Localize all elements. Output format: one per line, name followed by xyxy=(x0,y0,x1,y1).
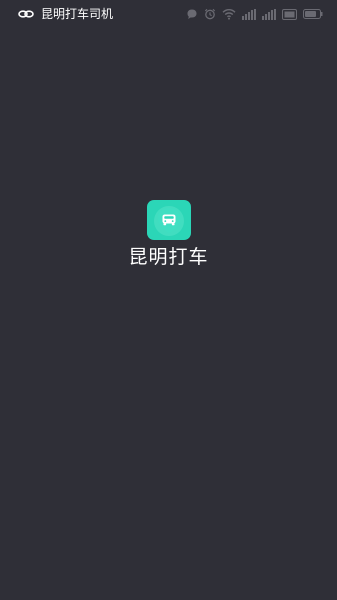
car-icon xyxy=(153,206,184,236)
status-bar: 昆明打车司机 xyxy=(0,0,337,28)
app-name: 昆明打车 xyxy=(128,246,209,268)
status-left-group: 昆明打车司机 xyxy=(17,5,113,23)
hd-badge-icon xyxy=(282,8,297,20)
status-app-title: 昆明打车司机 xyxy=(41,7,114,21)
message-bubble-icon xyxy=(187,9,197,19)
status-icons xyxy=(186,6,323,22)
app-icon xyxy=(146,200,191,240)
link-icon xyxy=(18,10,34,18)
battery-icon xyxy=(303,9,323,19)
splash-screen: 昆明打车司机 昆明打车 xyxy=(0,0,337,600)
alarm-clock-icon xyxy=(204,8,216,20)
signal-icon xyxy=(242,8,256,20)
signal-icon xyxy=(262,8,276,20)
splash-content: 昆明打车 xyxy=(0,200,337,270)
wifi-icon xyxy=(222,8,236,20)
